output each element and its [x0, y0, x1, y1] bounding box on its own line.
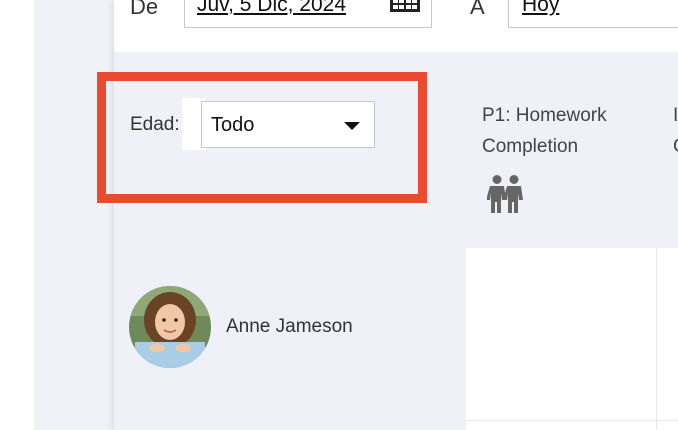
date-range-bar: De Juv, 5 Dic, 2024 A Hoy	[114, 0, 678, 52]
grade-cells	[466, 248, 678, 430]
column-title-line2: C	[673, 131, 678, 162]
to-date-field[interactable]: Hoy	[508, 0, 678, 28]
from-date-value[interactable]: Juv, 5 Dic, 2024	[197, 0, 346, 17]
column-title-line1: P1: Homework	[482, 105, 607, 126]
avatar[interactable]	[129, 286, 211, 368]
column-title-line1: I	[673, 105, 678, 126]
column-header-next: I C	[673, 100, 678, 162]
student-name[interactable]: Anne Jameson	[226, 316, 353, 338]
student-row[interactable]: Anne Jameson	[114, 286, 454, 368]
age-label: Edad:	[130, 114, 180, 135]
left-margin	[0, 0, 34, 430]
to-date-value[interactable]: Hoy	[522, 0, 559, 17]
people-icon	[487, 175, 523, 213]
column-title-line2: Completion	[482, 136, 579, 157]
row-divider	[466, 420, 678, 421]
from-label: De	[130, 0, 159, 19]
calendar-icon[interactable]	[389, 0, 421, 13]
student-photo	[129, 286, 211, 368]
to-label: A	[470, 0, 485, 19]
main-panel: De Juv, 5 Dic, 2024 A Hoy Edad: Todo P1:…	[97, 0, 678, 430]
from-date-field[interactable]: Juv, 5 Dic, 2024	[184, 0, 432, 28]
column-header-p1: P1: Homework Completion	[482, 100, 607, 162]
age-filter: Edad: Todo	[114, 98, 384, 150]
cell-divider	[656, 248, 657, 430]
age-select[interactable]: Todo	[201, 101, 375, 148]
chevron-down-icon[interactable]	[344, 122, 360, 130]
background-gap	[34, 0, 114, 430]
age-select-value[interactable]: Todo	[211, 114, 254, 137]
